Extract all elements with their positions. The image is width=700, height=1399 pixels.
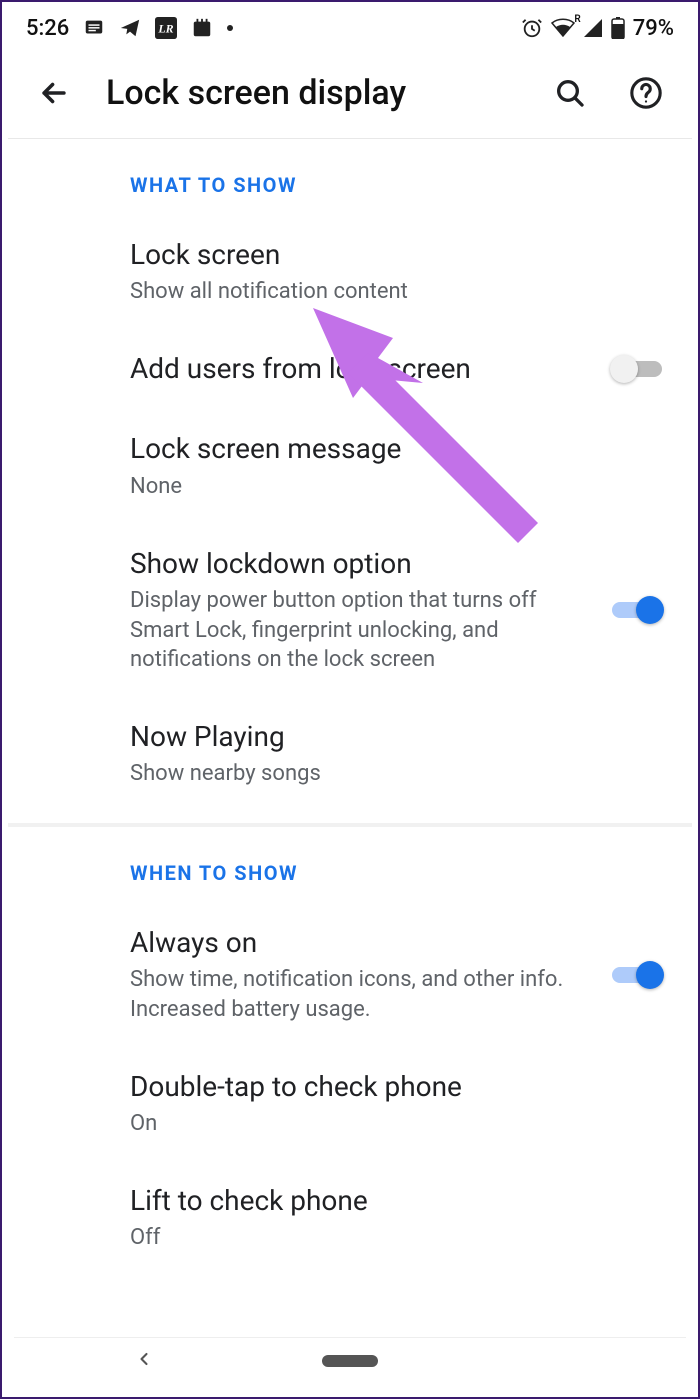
nav-bar <box>14 1337 686 1383</box>
search-button[interactable] <box>546 69 594 117</box>
wifi-icon: R <box>551 18 575 38</box>
more-notifications-dot <box>227 25 233 31</box>
message-icon <box>83 17 105 39</box>
row-title: Double-tap to check phone <box>130 1069 664 1105</box>
cell-signal-icon <box>583 18 603 38</box>
back-button[interactable] <box>30 69 78 117</box>
telegram-icon <box>119 17 141 39</box>
row-lock-screen[interactable]: Lock screen Show all notification conten… <box>8 215 692 329</box>
row-subtitle: Show all notification content <box>130 277 664 307</box>
lr-app-icon: LR <box>155 17 177 39</box>
row-subtitle: On <box>130 1109 664 1139</box>
row-title: Always on <box>130 925 584 961</box>
row-title: Lock screen message <box>130 431 664 467</box>
row-subtitle: Display power button option that turns o… <box>130 586 584 675</box>
row-add-users[interactable]: Add users from lock screen <box>8 329 692 409</box>
section-header-when-to-show: WHEN TO SHOW <box>8 827 692 903</box>
row-title: Show lockdown option <box>130 546 584 582</box>
row-lock-screen-message[interactable]: Lock screen message None <box>8 409 692 523</box>
nav-back-button[interactable] <box>134 1349 154 1373</box>
alarm-icon <box>521 17 543 39</box>
row-lockdown[interactable]: Show lockdown option Display power butto… <box>8 524 692 697</box>
status-bar: 5:26 LR R <box>8 8 692 48</box>
toggle-always-on[interactable] <box>610 961 664 989</box>
row-lift-check[interactable]: Lift to check phone Off <box>8 1161 692 1313</box>
app-bar: Lock screen display <box>8 48 692 138</box>
nav-home-pill[interactable] <box>322 1355 378 1367</box>
row-title: Lift to check phone <box>130 1183 664 1219</box>
row-title: Add users from lock screen <box>130 351 584 387</box>
row-double-tap[interactable]: Double-tap to check phone On <box>8 1047 692 1161</box>
status-time: 5:26 <box>26 16 69 41</box>
row-subtitle: None <box>130 472 664 502</box>
help-button[interactable] <box>622 69 670 117</box>
row-title: Lock screen <box>130 237 664 273</box>
section-header-what-to-show: WHAT TO SHOW <box>8 139 692 215</box>
battery-percent: 79% <box>633 16 674 41</box>
svg-text:LR: LR <box>158 22 174 36</box>
row-subtitle: Show time, notification icons, and other… <box>130 965 584 1024</box>
settings-content: WHAT TO SHOW Lock screen Show all notifi… <box>8 139 692 1313</box>
battery-icon <box>611 17 625 39</box>
row-now-playing[interactable]: Now Playing Show nearby songs <box>8 697 692 823</box>
row-title: Now Playing <box>130 719 664 755</box>
row-subtitle: Off <box>130 1223 664 1253</box>
toggle-lockdown[interactable] <box>610 596 664 624</box>
row-subtitle: Show nearby songs <box>130 759 664 789</box>
page-title: Lock screen display <box>106 73 518 113</box>
toggle-add-users[interactable] <box>610 355 664 383</box>
wifi-badge: R <box>574 14 580 25</box>
row-always-on[interactable]: Always on Show time, notification icons,… <box>8 903 692 1047</box>
calendar-icon <box>191 17 213 39</box>
